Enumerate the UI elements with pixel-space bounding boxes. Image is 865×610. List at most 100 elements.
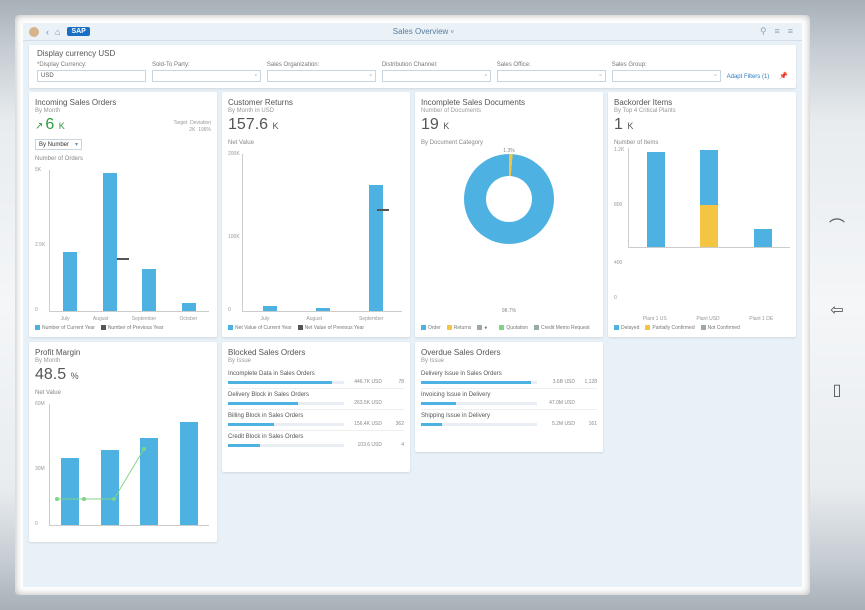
x-label: October [180,316,198,322]
sales-org-input[interactable]: ▫ [267,70,376,82]
chevron-down-icon[interactable]: ˅ [451,30,455,36]
y-tick: 0 [35,521,38,527]
slice-label: 98.7% [502,308,516,314]
menu-icon[interactable]: ≡ [788,26,793,36]
filter-label: Sales Organization: [267,62,376,68]
adapt-filters-link[interactable]: Adapt Filters (1) [727,74,770,82]
list-item[interactable]: Invoicing Issue in Delivery47.0M USD [421,388,597,409]
list-item[interactable]: Shipping Issue in Delivery5.2M USD161 [421,409,597,430]
kpi-meta: Target Deviation2K 196% [35,120,211,133]
y-tick: 5K [35,167,41,173]
y-tick: 60M [35,401,45,407]
y-tick: 100K [228,234,240,240]
x-label: Plant 1 US [643,316,667,322]
filter-label: *Display Currency: [37,62,146,68]
item-bar [228,444,344,447]
card-profit-margin[interactable]: Profit Margin By Month 48.5 % Net Value … [29,342,217,542]
x-label: Plant USD [696,316,719,322]
x-label: July [61,316,70,322]
filter-label: Sales Group: [612,62,721,68]
incoming-chart: 5K 2.5K 0 July August September October [35,168,211,322]
card-incomplete-docs[interactable]: Incomplete Sales Documents Number of Doc… [415,92,603,337]
sold-to-party-input[interactable]: ▫ [152,70,261,82]
axis-label: Net Value [35,390,211,396]
y-tick: 0 [228,307,231,313]
item-count: 4 [386,442,404,448]
card-overdue-orders[interactable]: Overdue Sales Orders By Issue Delivery I… [415,342,603,452]
device-recent-button[interactable]: ▯ [827,380,847,400]
card-subtitle: By Issue [421,358,597,364]
item-name: Billing Block in Sales Orders [228,413,404,419]
backorder-chart: 1.2K 800 400 0 Plant 1 USPlant USDPlant … [614,148,790,322]
card-title: Customer Returns [228,98,404,107]
list-item[interactable]: Delivery Block in Sales Orders263.5K USD [228,388,404,409]
slice-label: 1.3% [503,148,514,154]
legend: Net Value of Current YearNet Value of Pr… [228,325,404,331]
item-name: Incomplete Data in Sales Orders [228,371,404,377]
card-title: Profit Margin [35,348,211,357]
x-label: August [306,316,322,322]
bar [263,306,277,311]
kpi-value: 19 K [421,116,597,134]
pin-icon[interactable]: 📌 [779,72,788,82]
bar [103,173,117,311]
item-bar [421,381,537,384]
valuehelp-icon: ▫ [255,73,257,79]
item-bar [421,402,537,405]
y-tick: 1.2K [614,147,624,153]
valuehelp-icon: ▫ [485,73,487,79]
view-selector[interactable]: By Number [35,139,82,150]
list-item[interactable]: Credit Block in Sales Orders 103.6 USD 4 [228,430,404,451]
page-title: Sales Overview ˅ [90,27,757,36]
x-label: July [261,316,270,322]
item-value: 103.6 USD [348,442,382,448]
card-incoming-sales[interactable]: Incoming Sales Orders By Month 6 K Targe… [29,92,217,337]
axis-label: Net Value [228,140,404,146]
search-icon[interactable]: ⚲ [760,26,767,36]
blocked-list: Incomplete Data in Sales Orders 446.7K US… [228,368,404,451]
item-name: Credit Block in Sales Orders [228,434,404,440]
card-customer-returns[interactable]: Customer Returns By Month in USD 157.6 K… [222,92,410,337]
item-value: 156.4K USD [348,421,382,427]
list-item[interactable]: Incomplete Data in Sales Orders 446.7K US… [228,368,404,388]
card-blocked-orders[interactable]: Blocked Sales Orders By Issue Incomplete… [222,342,410,472]
overdue-list: Delivery Issue in Sales Orders3.6B USD1,… [421,368,597,430]
item-value: 47.0M USD [541,400,575,406]
valuehelp-icon: ▫ [600,73,602,79]
item-count: 78 [386,379,404,385]
y-tick: 30M [35,466,45,472]
item-value: 3.6B USD [541,379,575,385]
kpi-value: 48.5 % [35,366,211,384]
y-tick: 800 [614,202,622,208]
device-back-button[interactable]: ⌒ [827,215,847,235]
x-label: August [93,316,109,322]
x-label: September [132,316,156,322]
item-bar [421,423,537,426]
card-title: Backorder Items [614,98,790,107]
list-item[interactable]: Billing Block in Sales Orders156.4K USD3… [228,409,404,430]
card-backorder[interactable]: Backorder Items By Top 4 Critical Plants… [608,92,796,337]
card-title: Incoming Sales Orders [35,98,211,107]
device-home-button[interactable]: ⇦ [827,300,847,320]
bell-icon[interactable]: ≡ [775,26,780,36]
list-item[interactable]: Delivery Issue in Sales Orders3.6B USD1,… [421,368,597,388]
kpi-value: 157.6 K [228,116,404,134]
item-count: 1,128 [579,379,597,385]
item-value: 446.7K USD [348,379,382,385]
display-currency-input[interactable]: USD [37,70,146,82]
home-icon[interactable]: ⌂ [55,27,60,37]
device-bezel: ‹ ⌂ SAP Sales Overview ˅ ⚲ ≡ ≡ Display c… [15,15,810,595]
line-overlay [49,404,209,526]
card-subtitle: By Month in USD [228,108,404,114]
filter-value: USD [41,73,54,79]
sales-office-input[interactable]: ▫ [497,70,606,82]
card-subtitle: By Top 4 Critical Plants [614,108,790,114]
y-tick: 0 [35,307,38,313]
back-icon[interactable]: ‹ [46,27,49,37]
y-tick: 2.5K [35,242,45,248]
dist-channel-input[interactable]: ▫ [382,70,491,82]
axis-label: Number of Orders [35,156,211,162]
sales-group-input[interactable]: ▫ [612,70,721,82]
kpi-value: 1 K [614,116,790,134]
avatar[interactable] [29,27,39,37]
